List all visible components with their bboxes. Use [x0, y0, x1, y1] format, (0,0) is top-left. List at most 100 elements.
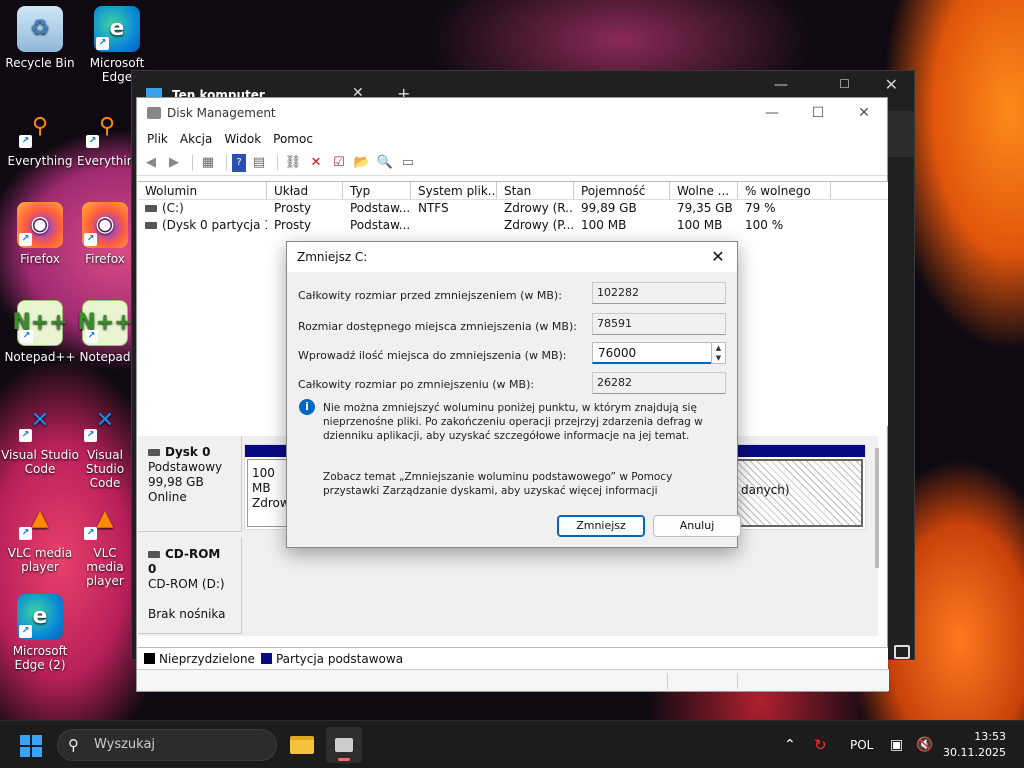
- desktop-icon-vlc[interactable]: ▲ ↗ VLC media player: [0, 496, 80, 575]
- cell-filesystem: [411, 217, 497, 234]
- shrink-amount-stepper[interactable]: ▲ ▼: [711, 342, 726, 364]
- col-header-type[interactable]: Typ: [343, 182, 411, 199]
- cell-capacity: 99,89 GB: [581, 201, 637, 215]
- col-header-percent-free[interactable]: % wolnego: [738, 182, 831, 199]
- desktop-icon-firefox[interactable]: ◉ ↗ Firefox: [0, 202, 80, 266]
- volume-muted-icon[interactable]: 🔇: [916, 721, 933, 768]
- desktop-icon-label: VLC media player: [86, 546, 124, 588]
- cdrom-0-row: CD-ROM 0 CD-ROM (D:) Brak nośnika: [138, 538, 878, 634]
- partition-text: danych): [741, 483, 790, 497]
- table-row[interactable]: (C:) Prosty Podstaw... NTFS Zdrowy (R...…: [138, 200, 888, 217]
- open-icon[interactable]: 📂: [352, 154, 372, 172]
- language-indicator[interactable]: POL: [850, 721, 873, 768]
- list-icon[interactable]: ▭: [398, 154, 418, 172]
- close-icon[interactable]: ✕: [885, 75, 898, 94]
- desktop-icon-label: Notepad: [79, 350, 131, 364]
- col-header-capacity[interactable]: Pojemność: [574, 182, 670, 199]
- close-icon[interactable]: ✕: [841, 98, 887, 128]
- start-button[interactable]: [20, 735, 42, 757]
- chevron-up-icon[interactable]: ⌃: [784, 721, 796, 768]
- desktop-icon-firefox-2[interactable]: ◉ ↗ Firefox: [77, 202, 133, 266]
- forward-icon[interactable]: ▶: [164, 154, 184, 172]
- table-row[interactable]: (Dysk 0 partycja 1) Prosty Podstaw... Zd…: [138, 217, 888, 234]
- menu-file[interactable]: Plik: [141, 132, 174, 146]
- desktop-icon-vscode-2[interactable]: ✕ ↗ Visual Studio Code: [77, 398, 133, 490]
- search-folder-icon[interactable]: 🔍: [375, 154, 395, 172]
- cell-free: 100 MB: [677, 218, 723, 232]
- desktop-icon-label: Firefox: [85, 252, 125, 266]
- legend-swatch-primary: [260, 653, 272, 664]
- desktop-icon-everything-2[interactable]: ⚲ ↗ Everything: [77, 104, 137, 169]
- search-placeholder: Wyszukaj: [94, 737, 156, 752]
- clock[interactable]: 13:53 30.11.2025: [943, 729, 1006, 761]
- back-icon[interactable]: ◀: [141, 154, 161, 172]
- cancel-button[interactable]: Anuluj: [653, 515, 741, 537]
- desktop-icon-notepadpp-2[interactable]: N++ ↗ Notepad: [77, 300, 133, 364]
- taskbar-disk-management[interactable]: [326, 727, 362, 763]
- disk-size: 99,98 GB: [148, 475, 204, 489]
- windows-logo-icon: [20, 735, 30, 745]
- cdrom-0-label[interactable]: CD-ROM 0 CD-ROM (D:) Brak nośnika: [138, 538, 242, 634]
- edge-icon: e ↗: [94, 6, 140, 52]
- display-icon[interactable]: [894, 645, 910, 659]
- cell-volume: (Dysk 0 partycja 1): [138, 217, 267, 234]
- help-icon[interactable]: ?: [232, 153, 246, 172]
- col-header-volume[interactable]: Wolumin: [138, 182, 267, 199]
- desktop-icon-vlc-2[interactable]: ▲ ↗ VLC media player: [77, 496, 133, 588]
- network-icon[interactable]: ▣: [890, 721, 903, 768]
- menu-view[interactable]: Widok: [218, 132, 267, 146]
- stepper-up-icon[interactable]: ▲: [712, 343, 725, 353]
- help-link-text[interactable]: Zobacz temat „Zmniejszanie woluminu pods…: [323, 470, 725, 498]
- desktop-icon-edge-2[interactable]: e ↗ Microsoft Edge (2): [0, 594, 80, 672]
- firefox-icon: ◉ ↗: [17, 202, 63, 248]
- drive-icon: [145, 222, 157, 229]
- menu-action[interactable]: Akcja: [174, 132, 218, 146]
- col-header-filesystem[interactable]: System plik...: [411, 182, 497, 199]
- cdrom-icon: [148, 551, 160, 558]
- desktop-icon-label: Visual Studio Code: [85, 448, 125, 490]
- clock-time: 13:53: [974, 730, 1006, 743]
- minimize-icon[interactable]: —: [749, 98, 795, 128]
- cell-layout: Prosty: [274, 218, 312, 232]
- window-title: Disk Management: [167, 106, 276, 120]
- delete-icon[interactable]: ✕: [306, 154, 326, 172]
- cell-capacity: 100 MB: [581, 218, 627, 232]
- shrink-button[interactable]: Zmniejsz: [557, 515, 645, 537]
- desktop-icon-label: Visual Studio Code: [1, 448, 79, 476]
- partition-c[interactable]: danych): [735, 459, 863, 527]
- taskbar-file-explorer[interactable]: [284, 727, 320, 763]
- console-tree-icon[interactable]: ▦: [198, 154, 218, 172]
- minimize-icon[interactable]: —: [774, 77, 788, 93]
- shrink-dialog: Zmniejsz C: ✕ Całkowity rozmiar przed zm…: [286, 241, 741, 548]
- check-icon[interactable]: ☑: [329, 154, 349, 172]
- dialog-title: Zmniejsz C:: [297, 250, 368, 264]
- maximize-icon[interactable]: ☐: [795, 98, 841, 128]
- desktop-icon-recycle-bin[interactable]: ♻ Recycle Bin: [0, 6, 80, 70]
- maximize-icon[interactable]: ☐: [839, 77, 850, 91]
- update-icon[interactable]: ↻: [814, 721, 827, 768]
- desktop-icon-notepadpp[interactable]: N++ ↗ Notepad++: [0, 300, 80, 364]
- toolbar: ◀ ▶ ▦ ? ▤ ⛓ ✕ ☑ 📂 🔍 ▭: [137, 150, 887, 176]
- close-icon[interactable]: ✕: [707, 246, 729, 268]
- shrink-amount-input[interactable]: 76000: [592, 342, 712, 364]
- field-value-total-after: 26282: [592, 372, 726, 394]
- desktop-icon-vscode[interactable]: ✕ ↗ Visual Studio Code: [0, 398, 80, 477]
- field-value-total-before: 102282: [592, 282, 726, 304]
- properties-icon[interactable]: ▤: [249, 154, 269, 172]
- stepper-down-icon[interactable]: ▼: [712, 353, 725, 363]
- taskbar-search[interactable]: ⚲ Wyszukaj: [57, 729, 277, 761]
- connect-icon[interactable]: ⛓: [283, 154, 303, 172]
- cdrom-area: [244, 538, 878, 634]
- col-header-layout[interactable]: Układ: [267, 182, 343, 199]
- taskbar: ⚲ Wyszukaj ⌃ ↻ POL ▣ 🔇 13:53 30.11.2025: [0, 720, 1024, 768]
- col-header-free[interactable]: Wolne ...: [670, 182, 738, 199]
- desktop-icon-label: Everything: [7, 154, 73, 168]
- disk-0-label[interactable]: Dysk 0 Podstawowy 99,98 GB Online: [138, 436, 242, 532]
- legend-label-unallocated: Nieprzydzielone: [159, 651, 255, 666]
- vertical-scrollbar[interactable]: [875, 448, 879, 568]
- desktop-icon-label: Microsoft Edge (2): [12, 644, 68, 672]
- desktop-icon-label: Everything: [77, 154, 137, 168]
- menu-help[interactable]: Pomoc: [267, 132, 319, 146]
- col-header-status[interactable]: Stan: [497, 182, 574, 199]
- desktop-icon-everything[interactable]: ⚲ ↗ Everything: [0, 104, 80, 169]
